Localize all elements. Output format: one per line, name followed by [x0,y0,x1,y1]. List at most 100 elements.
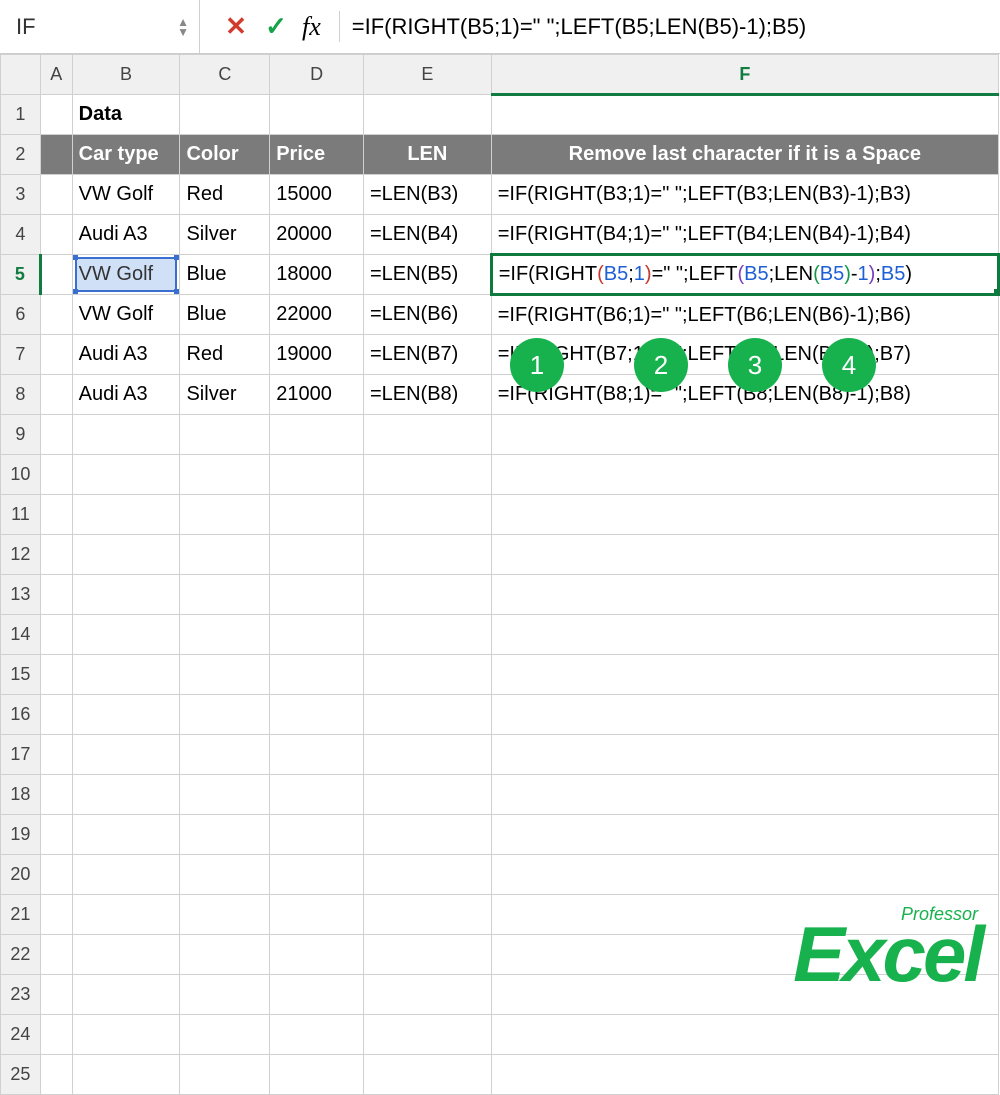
cell-D15[interactable] [270,655,364,695]
cell-C21[interactable] [180,895,270,935]
cell-C18[interactable] [180,775,270,815]
row-header-9[interactable]: 9 [1,415,41,455]
cell-E21[interactable] [363,895,491,935]
cell-B16[interactable] [72,695,180,735]
chevron-down-icon[interactable]: ▼ [177,27,189,37]
cell-A16[interactable] [40,695,72,735]
row-header-11[interactable]: 11 [1,495,41,535]
cell-E12[interactable] [363,535,491,575]
cell-E16[interactable] [363,695,491,735]
cell-B23[interactable] [72,975,180,1015]
row-header-10[interactable]: 10 [1,455,41,495]
cell-B14[interactable] [72,615,180,655]
cell-C17[interactable] [180,735,270,775]
cell-B8[interactable]: Audi A3 [72,375,180,415]
row-header-21[interactable]: 21 [1,895,41,935]
cell-A20[interactable] [40,855,72,895]
row-header-3[interactable]: 3 [1,175,41,215]
cell-B25[interactable] [72,1055,180,1095]
col-header-F[interactable]: F [491,55,998,95]
fill-handle[interactable] [994,289,999,295]
cell-D13[interactable] [270,575,364,615]
cell-D5[interactable]: 18000 [270,255,364,295]
cell-C19[interactable] [180,815,270,855]
cell-D3[interactable]: 15000 [270,175,364,215]
row-header-6[interactable]: 6 [1,295,41,335]
row-header-1[interactable]: 1 [1,95,41,135]
cell-D20[interactable] [270,855,364,895]
row-header-7[interactable]: 7 [1,335,41,375]
cell-C2[interactable]: Color [180,135,270,175]
cell-F15[interactable] [491,655,998,695]
cell-B6[interactable]: VW Golf [72,295,180,335]
cell-D10[interactable] [270,455,364,495]
cancel-button[interactable]: ✕ [216,0,256,53]
cell-B4[interactable]: Audi A3 [72,215,180,255]
col-header-C[interactable]: C [180,55,270,95]
col-header-A[interactable]: A [40,55,72,95]
cell-B2[interactable]: Car type [72,135,180,175]
cell-E8[interactable]: =LEN(B8) [363,375,491,415]
cell-B12[interactable] [72,535,180,575]
cell-A6[interactable] [40,295,72,335]
name-box[interactable]: IF [16,14,169,40]
cell-F5[interactable]: =IF(RIGHT(B5;1)=" ";LEFT(B5;LEN(B5)-1);B… [491,255,998,295]
cell-D16[interactable] [270,695,364,735]
cell-A8[interactable] [40,375,72,415]
cell-A4[interactable] [40,215,72,255]
cell-D8[interactable]: 21000 [270,375,364,415]
cell-D9[interactable] [270,415,364,455]
cell-E10[interactable] [363,455,491,495]
row-header-4[interactable]: 4 [1,215,41,255]
cell-A22[interactable] [40,935,72,975]
cell-E13[interactable] [363,575,491,615]
cell-B1[interactable]: Data [72,95,180,135]
cell-C25[interactable] [180,1055,270,1095]
name-box-stepper[interactable]: ▲ ▼ [177,17,189,37]
row-header-17[interactable]: 17 [1,735,41,775]
cell-C22[interactable] [180,935,270,975]
cell-E9[interactable] [363,415,491,455]
cell-B11[interactable] [72,495,180,535]
enter-button[interactable]: ✓ [256,0,296,53]
cell-E20[interactable] [363,855,491,895]
cell-F13[interactable] [491,575,998,615]
cell-B22[interactable] [72,935,180,975]
cell-F18[interactable] [491,775,998,815]
cell-B9[interactable] [72,415,180,455]
cell-C1[interactable] [180,95,270,135]
cell-E5[interactable]: =LEN(B5) [363,255,491,295]
cell-C23[interactable] [180,975,270,1015]
cell-C20[interactable] [180,855,270,895]
cell-E3[interactable]: =LEN(B3) [363,175,491,215]
formula-input[interactable]: =IF(RIGHT(B5;1)=" ";LEFT(B5;LEN(B5)-1);B… [348,14,1000,40]
row-header-19[interactable]: 19 [1,815,41,855]
cell-F11[interactable] [491,495,998,535]
cell-D11[interactable] [270,495,364,535]
cell-D23[interactable] [270,975,364,1015]
col-header-B[interactable]: B [72,55,180,95]
cell-C4[interactable]: Silver [180,215,270,255]
cell-B5[interactable]: VW Golf [72,255,180,295]
cell-B13[interactable] [72,575,180,615]
cell-E24[interactable] [363,1015,491,1055]
row-header-12[interactable]: 12 [1,535,41,575]
row-header-25[interactable]: 25 [1,1055,41,1095]
row-header-18[interactable]: 18 [1,775,41,815]
cell-C24[interactable] [180,1015,270,1055]
row-header-2[interactable]: 2 [1,135,41,175]
cell-A21[interactable] [40,895,72,935]
cell-A19[interactable] [40,815,72,855]
cell-A13[interactable] [40,575,72,615]
cell-C15[interactable] [180,655,270,695]
cell-C9[interactable] [180,415,270,455]
cell-E19[interactable] [363,815,491,855]
cell-E18[interactable] [363,775,491,815]
cell-C10[interactable] [180,455,270,495]
cell-D25[interactable] [270,1055,364,1095]
cell-C12[interactable] [180,535,270,575]
cell-A12[interactable] [40,535,72,575]
cell-A3[interactable] [40,175,72,215]
cell-A9[interactable] [40,415,72,455]
cell-A17[interactable] [40,735,72,775]
